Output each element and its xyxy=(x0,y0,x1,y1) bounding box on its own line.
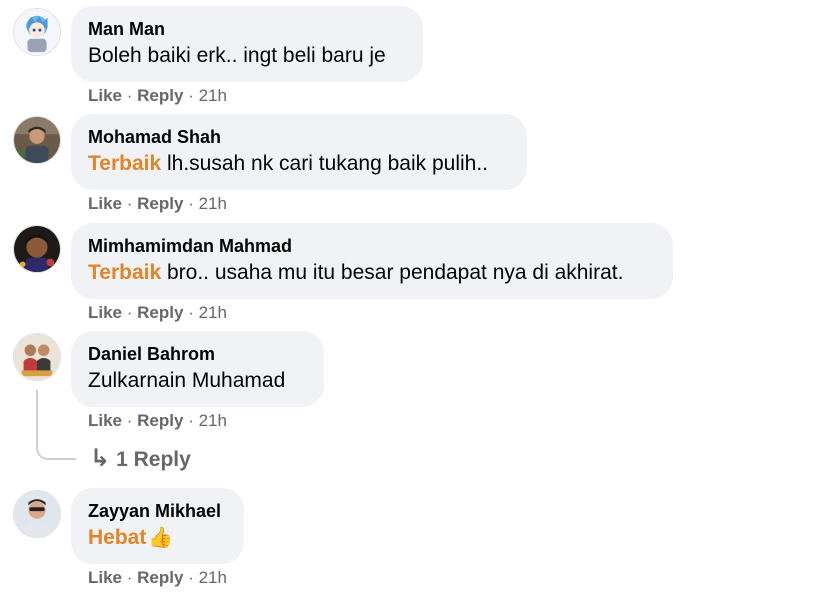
profile-photo-icon xyxy=(14,334,60,380)
comment-actions: Like · Reply · 21h xyxy=(88,194,227,214)
timestamp[interactable]: 21h xyxy=(199,194,227,213)
separator: · xyxy=(188,86,199,105)
reply-arrow-icon: ↳ xyxy=(90,445,111,472)
like-button[interactable]: Like xyxy=(88,568,122,587)
comment-author[interactable]: Mohamad Shah xyxy=(88,126,510,148)
comment-actions: Like · Reply · 21h xyxy=(88,86,227,106)
comment-body: lh.susah nk cari tukang baik pulih.. xyxy=(161,152,489,175)
comment-actions: Like · Reply · 21h xyxy=(88,568,227,588)
tagged-name[interactable]: Zulkarnain Muhamad xyxy=(88,369,285,392)
comment-text: Terbaik lh.susah nk cari tukang baik pul… xyxy=(88,149,510,179)
like-button[interactable]: Like xyxy=(88,303,122,322)
comment-body: Boleh baiki erk.. ingt beli baru je xyxy=(88,44,386,67)
reply-button[interactable]: Reply xyxy=(137,86,183,105)
comment-bubble: Mimhamimdan Mahmad Terbaik bro.. usaha m… xyxy=(71,223,673,299)
comment-body: Hebat xyxy=(88,526,147,549)
profile-photo-icon xyxy=(14,491,60,537)
comment-bubble: Zayyan Mikhael Hebat 👍 xyxy=(71,488,244,564)
comment-actions: Like · Reply · 21h xyxy=(88,411,227,431)
mention-tag[interactable]: Terbaik xyxy=(88,152,161,175)
separator: · xyxy=(126,568,138,587)
anime-avatar-icon xyxy=(14,9,60,55)
avatar[interactable] xyxy=(13,8,61,56)
comment-author[interactable]: Zayyan Mikhael xyxy=(88,500,227,522)
comment-author[interactable]: Mimhamimdan Mahmad xyxy=(88,235,656,257)
comment-text: Zulkarnain Muhamad xyxy=(88,366,307,396)
comment-text: Terbaik bro.. usaha mu itu besar pendapa… xyxy=(88,258,656,288)
profile-photo-icon xyxy=(14,226,60,272)
comment-bubble: Daniel Bahrom Zulkarnain Muhamad xyxy=(71,331,324,407)
separator: · xyxy=(188,194,199,213)
avatar[interactable] xyxy=(13,116,61,164)
reply-button[interactable]: Reply xyxy=(137,568,183,587)
comment-actions: Like · Reply · 21h xyxy=(88,303,227,323)
separator: · xyxy=(188,568,199,587)
avatar[interactable] xyxy=(13,225,61,273)
mention-tag[interactable]: Terbaik xyxy=(88,261,161,284)
view-replies-button[interactable]: ↳ 1 Reply xyxy=(90,445,191,474)
separator: · xyxy=(188,303,199,322)
comment-bubble: Man Man Boleh baiki erk.. ingt beli baru… xyxy=(71,6,423,82)
like-button[interactable]: Like xyxy=(88,86,122,105)
comment-text: Hebat 👍 xyxy=(88,523,227,553)
thumbs-up-icon: 👍 xyxy=(148,527,174,549)
avatar[interactable] xyxy=(13,333,61,381)
profile-photo-icon xyxy=(14,117,60,163)
timestamp[interactable]: 21h xyxy=(199,568,227,587)
separator: · xyxy=(126,303,138,322)
thread-connector xyxy=(36,390,76,460)
replies-count-label: 1 Reply xyxy=(116,448,191,471)
timestamp[interactable]: 21h xyxy=(199,411,227,430)
comment-text: Boleh baiki erk.. ingt beli baru je xyxy=(88,41,406,71)
reply-button[interactable]: Reply xyxy=(137,303,183,322)
comment-body: bro.. usaha mu itu besar pendapat nya di… xyxy=(161,261,624,284)
reply-button[interactable]: Reply xyxy=(137,194,183,213)
comment-bubble: Mohamad Shah Terbaik lh.susah nk cari tu… xyxy=(71,114,527,190)
reply-button[interactable]: Reply xyxy=(137,411,183,430)
like-button[interactable]: Like xyxy=(88,194,122,213)
timestamp[interactable]: 21h xyxy=(199,86,227,105)
separator: · xyxy=(126,86,138,105)
separator: · xyxy=(188,411,199,430)
separator: · xyxy=(126,194,138,213)
comment-author[interactable]: Man Man xyxy=(88,18,406,40)
comment-author[interactable]: Daniel Bahrom xyxy=(88,343,307,365)
timestamp[interactable]: 21h xyxy=(199,303,227,322)
separator: · xyxy=(126,411,138,430)
like-button[interactable]: Like xyxy=(88,411,122,430)
avatar[interactable] xyxy=(13,490,61,538)
